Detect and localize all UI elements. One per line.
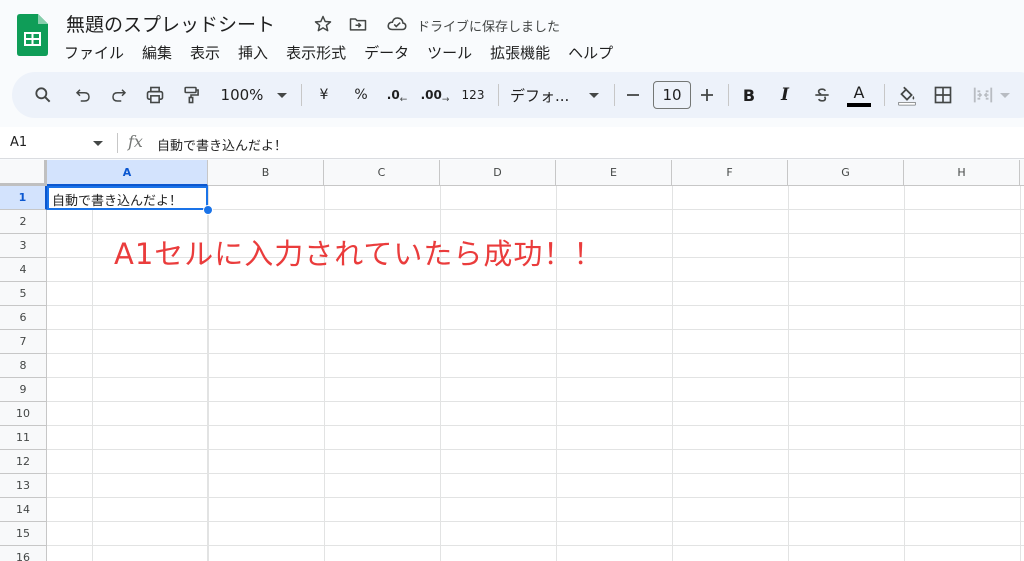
strikethrough-icon[interactable] bbox=[809, 72, 835, 118]
merge-caret-icon[interactable] bbox=[998, 72, 1012, 118]
fx-icon: fx bbox=[128, 132, 143, 151]
more-formats-button[interactable]: 123 bbox=[458, 72, 488, 118]
row-header-11[interactable]: 11 bbox=[0, 426, 47, 450]
row-header-2[interactable]: 2 bbox=[0, 210, 47, 234]
cloud-saved-icon[interactable] bbox=[385, 12, 409, 36]
italic-button[interactable]: I bbox=[774, 72, 796, 118]
menu-tools[interactable]: ツール bbox=[419, 42, 480, 64]
font-size-input[interactable]: 10 bbox=[653, 81, 691, 109]
undo-icon[interactable] bbox=[70, 72, 96, 118]
row-header-16[interactable]: 16 bbox=[0, 546, 47, 561]
annotation-text: A1セルに入力されていたら成功！！ bbox=[114, 237, 604, 271]
zoom-caret-icon[interactable] bbox=[274, 72, 290, 118]
borders-icon[interactable] bbox=[930, 72, 956, 118]
column-header-a[interactable]: A bbox=[47, 160, 208, 186]
name-box[interactable]: A1 bbox=[10, 135, 27, 150]
fill-color-icon[interactable] bbox=[894, 72, 920, 118]
row-header-14[interactable]: 14 bbox=[0, 498, 47, 522]
row-header-3[interactable]: 3 bbox=[0, 234, 47, 258]
row-header-15[interactable]: 15 bbox=[0, 522, 47, 546]
column-header-next[interactable] bbox=[1020, 160, 1024, 186]
sheets-logo-icon[interactable] bbox=[17, 14, 48, 56]
text-color-button[interactable]: A bbox=[845, 72, 873, 118]
column-header-c[interactable]: C bbox=[324, 160, 440, 186]
row-header-1[interactable]: 1 bbox=[0, 186, 47, 210]
zoom-select[interactable]: 100% bbox=[218, 72, 266, 118]
row-header-5[interactable]: 5 bbox=[0, 282, 47, 306]
formula-divider bbox=[117, 133, 118, 153]
row-header-4[interactable]: 4 bbox=[0, 258, 47, 282]
name-box-caret-icon[interactable] bbox=[93, 141, 103, 146]
menu-extensions[interactable]: 拡張機能 bbox=[482, 42, 558, 64]
paint-format-icon[interactable] bbox=[178, 72, 204, 118]
decrease-decimal-button[interactable]: .0 ← bbox=[384, 72, 410, 118]
text-color-swatch bbox=[847, 103, 871, 107]
menu-bar: ファイル 編集 表示 挿入 表示形式 データ ツール 拡張機能 ヘルプ bbox=[56, 42, 623, 64]
print-icon[interactable] bbox=[142, 72, 168, 118]
toolbar-divider bbox=[614, 84, 615, 106]
column-header-g[interactable]: G bbox=[788, 160, 904, 186]
toolbar-divider bbox=[884, 84, 885, 106]
formula-input[interactable]: 自動で書き込んだよ！ bbox=[157, 135, 287, 154]
spreadsheet-grid: A B C D E F G H 1 2 3 4 5 6 7 8 9 10 11 … bbox=[0, 160, 1024, 561]
percent-format-button[interactable]: % bbox=[350, 72, 372, 118]
row-header-10[interactable]: 10 bbox=[0, 402, 47, 426]
menu-format[interactable]: 表示形式 bbox=[278, 42, 354, 64]
arrow-right-icon: → bbox=[441, 95, 450, 105]
menu-help[interactable]: ヘルプ bbox=[560, 42, 621, 64]
increase-decimal-button[interactable]: .00 → bbox=[420, 72, 450, 118]
currency-format-button[interactable]: ¥ bbox=[314, 72, 334, 118]
bold-button[interactable]: B bbox=[738, 72, 760, 118]
formula-bar: A1 fx 自動で書き込んだよ！ bbox=[0, 127, 1024, 159]
menu-view[interactable]: 表示 bbox=[182, 42, 228, 64]
move-to-folder-icon[interactable] bbox=[346, 12, 370, 36]
search-menus-icon[interactable] bbox=[30, 72, 56, 118]
row-header-12[interactable]: 12 bbox=[0, 450, 47, 474]
save-status-text[interactable]: ドライブに保存しました bbox=[417, 16, 560, 35]
document-title[interactable]: 無題のスプレッドシート bbox=[66, 10, 275, 37]
row-header-6[interactable]: 6 bbox=[0, 306, 47, 330]
toolbar-divider bbox=[498, 84, 499, 106]
menu-insert[interactable]: 挿入 bbox=[230, 42, 276, 64]
row-header-7[interactable]: 7 bbox=[0, 330, 47, 354]
font-select[interactable]: デフォ... bbox=[510, 72, 580, 118]
merge-cells-icon[interactable] bbox=[968, 72, 998, 118]
toolbar-divider bbox=[301, 84, 302, 106]
cell-a1[interactable]: 自動で書き込んだよ！ bbox=[47, 186, 208, 210]
toolbar: 100% ¥ % .0 ← .00 → 123 デフォ... 10 B I A bbox=[12, 72, 1024, 118]
zoom-value: 100% bbox=[220, 86, 264, 104]
menu-edit[interactable]: 編集 bbox=[134, 42, 180, 64]
column-header-h[interactable]: H bbox=[904, 160, 1020, 186]
toolbar-divider bbox=[728, 84, 729, 106]
column-header-d[interactable]: D bbox=[440, 160, 556, 186]
row-header-8[interactable]: 8 bbox=[0, 354, 47, 378]
star-icon[interactable] bbox=[311, 12, 335, 36]
decrease-font-size-icon[interactable] bbox=[622, 72, 644, 118]
arrow-left-icon: ← bbox=[399, 95, 408, 105]
column-header-f[interactable]: F bbox=[672, 160, 788, 186]
column-header-e[interactable]: E bbox=[556, 160, 672, 186]
fill-handle[interactable] bbox=[203, 205, 213, 215]
app-header: 無題のスプレッドシート ドライブに保存しました ファイル 編集 表示 挿入 表示… bbox=[0, 0, 1024, 72]
menu-file[interactable]: ファイル bbox=[56, 42, 132, 64]
font-caret-icon[interactable] bbox=[586, 72, 602, 118]
column-header-b[interactable]: B bbox=[208, 160, 324, 186]
row-header-13[interactable]: 13 bbox=[0, 474, 47, 498]
menu-data[interactable]: データ bbox=[356, 42, 417, 64]
redo-icon[interactable] bbox=[106, 72, 132, 118]
increase-font-size-icon[interactable] bbox=[696, 72, 718, 118]
row-header-9[interactable]: 9 bbox=[0, 378, 47, 402]
select-all-corner[interactable] bbox=[0, 160, 47, 186]
